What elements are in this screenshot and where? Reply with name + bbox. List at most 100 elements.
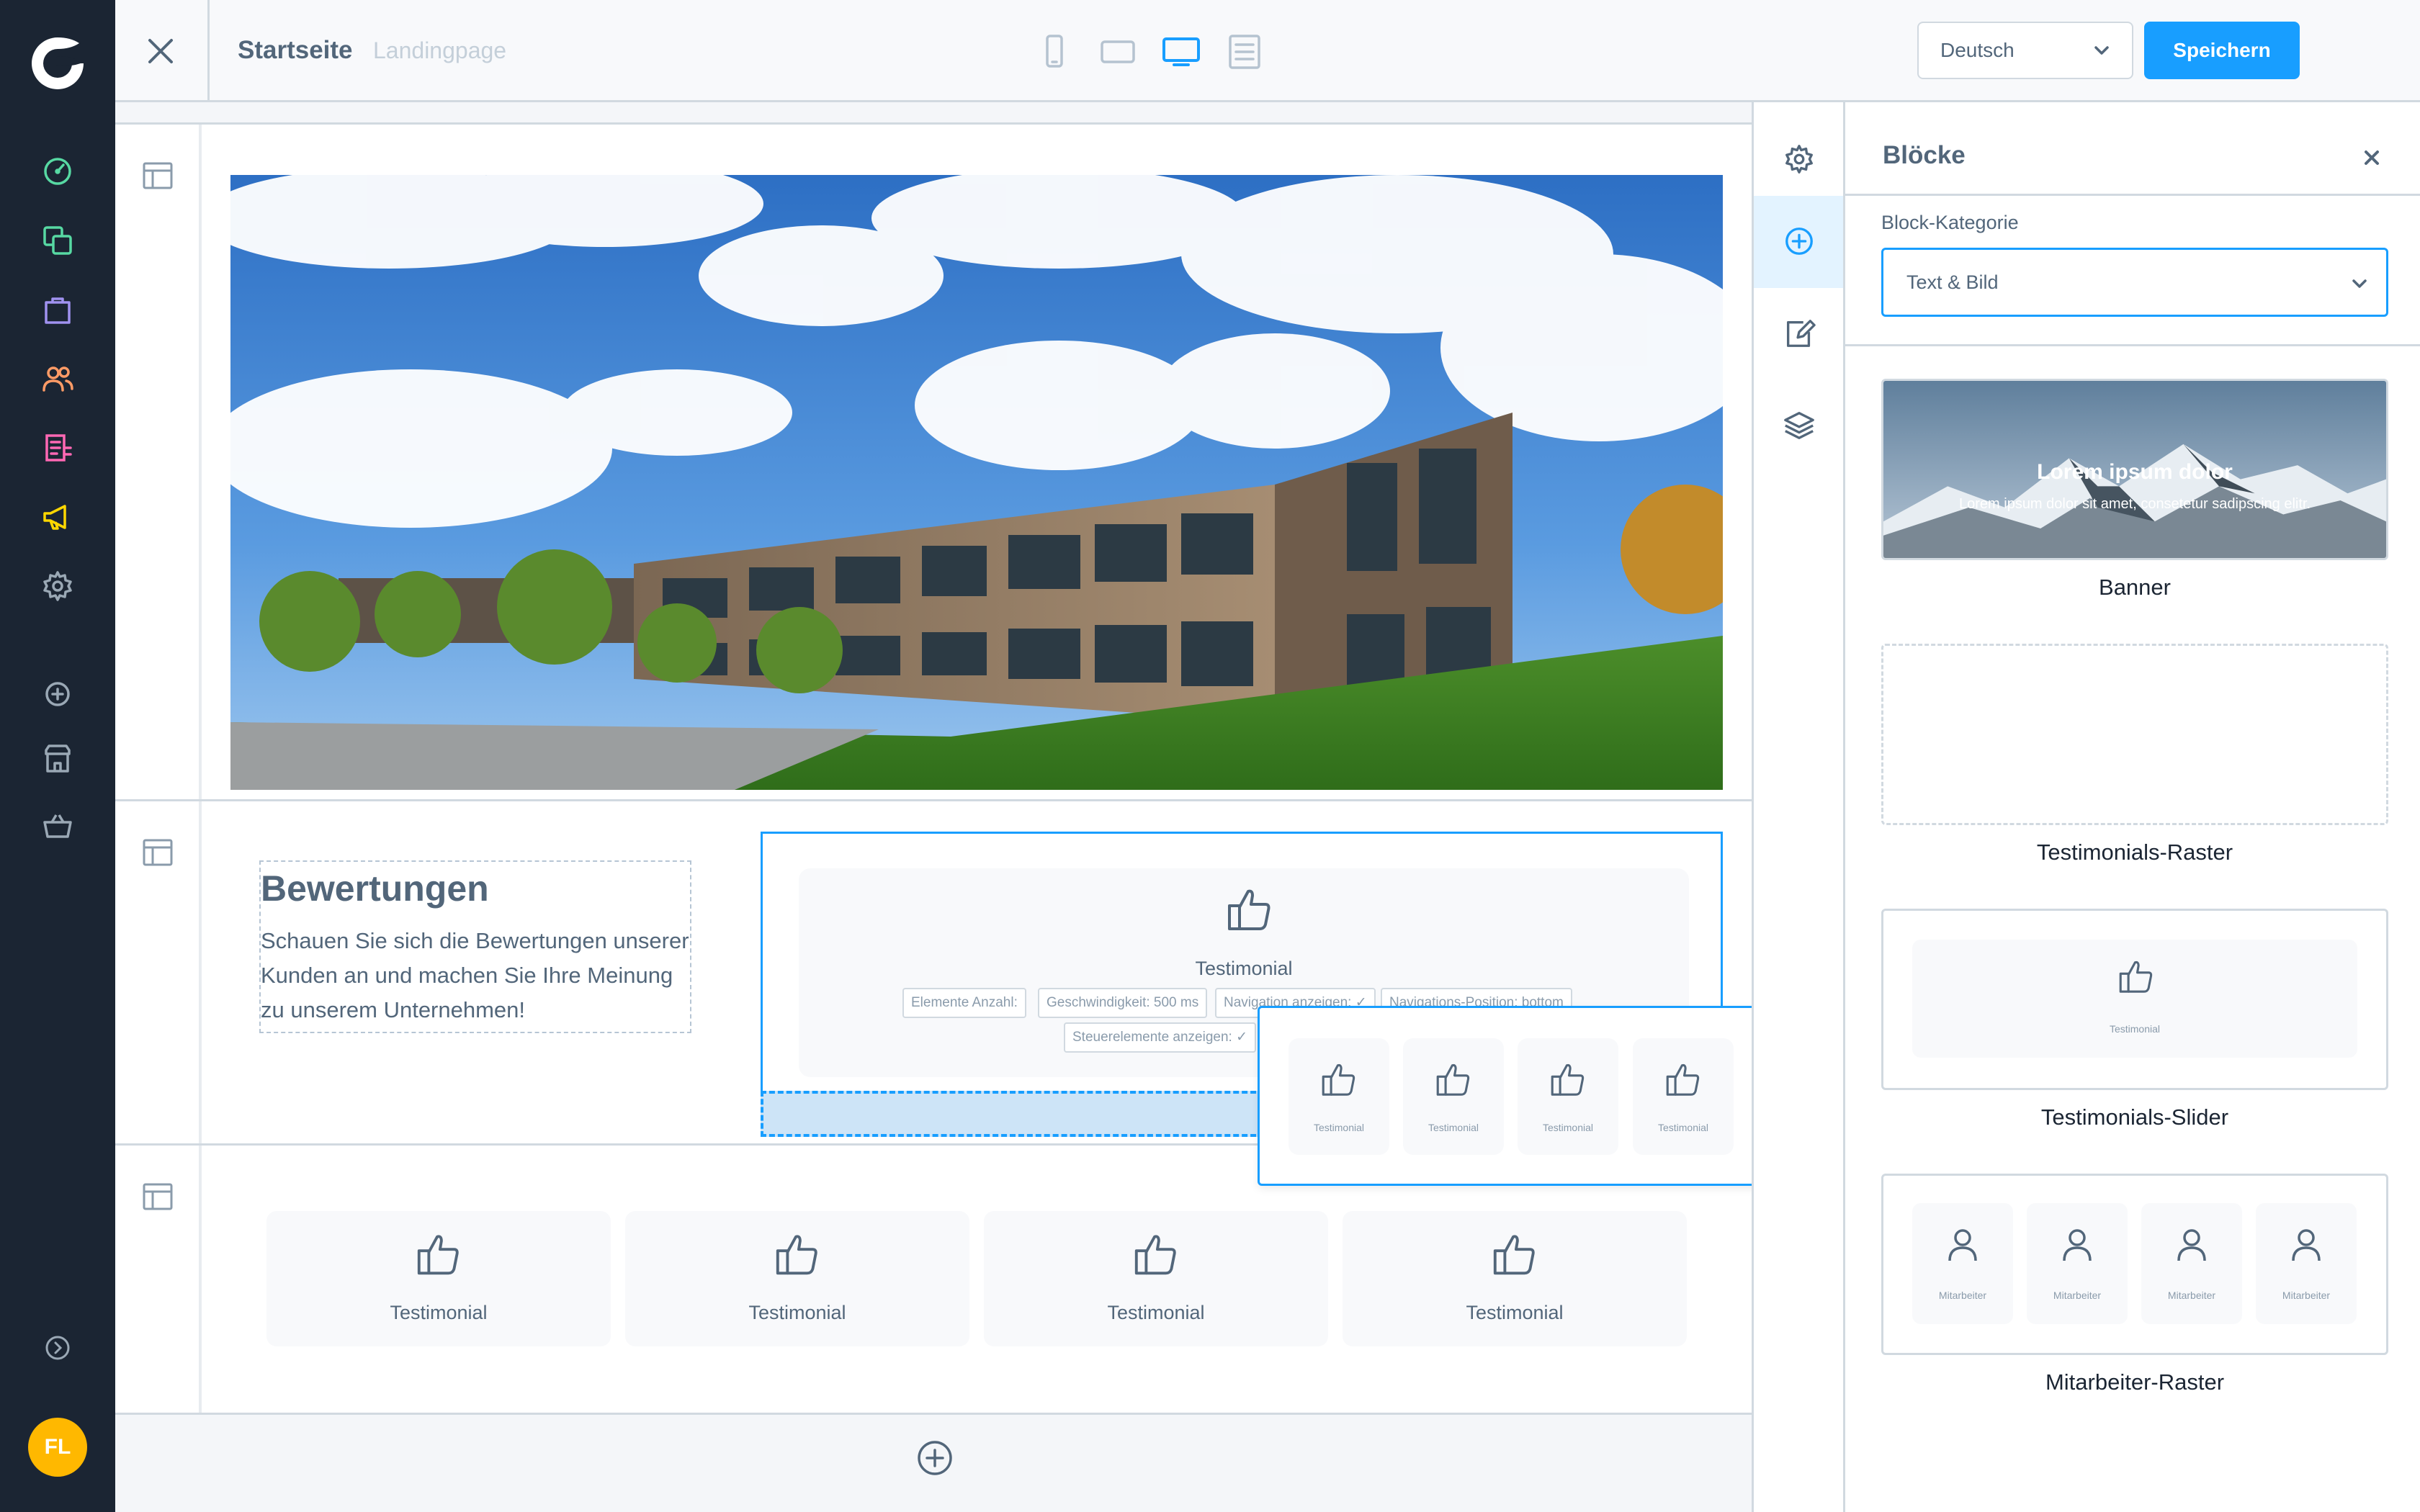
dragged-block-preview[interactable]: Testimonial Testimonial Testimonial Test… [1258, 1006, 1762, 1186]
person-icon [2286, 1225, 2326, 1265]
banner-preview-title: Lorem ipsum dolor [2037, 460, 2233, 484]
extensions-add-icon[interactable] [40, 677, 75, 711]
block-category-select[interactable]: Text & Bild [1881, 248, 2388, 317]
add-section-icon[interactable] [915, 1439, 954, 1477]
hero-image[interactable] [230, 175, 1723, 790]
shopware-logo-icon[interactable] [29, 35, 86, 92]
testimonial-label: Testimonial [390, 1302, 488, 1323]
testimonial-label: Testimonial [1107, 1302, 1205, 1323]
thumbs-up-icon [1663, 1060, 1703, 1100]
thumbs-up-icon [1548, 1060, 1588, 1100]
section-divider [115, 1413, 1752, 1415]
mini-employee-card: Mitarbeiter [2027, 1203, 2128, 1324]
section-layout-icon[interactable] [141, 1180, 174, 1213]
ghost-testimonial-card: Testimonial [1518, 1038, 1618, 1155]
block-name: Testimonials-Slider [2040, 1104, 2229, 1130]
section-sidebar [115, 125, 202, 799]
ghost-testimonial-card: Testimonial [1403, 1038, 1504, 1155]
panel-title: Blöcke [1883, 141, 1966, 169]
blocks-panel: Blöcke Block-Kategorie Text & Bild Lorem… [1845, 102, 2420, 1512]
store-icon[interactable] [40, 742, 75, 776]
expand-sidebar-icon[interactable] [40, 1331, 75, 1365]
sidebar-tool-strip [1752, 102, 1845, 1512]
admin-sidebar: FL [0, 0, 115, 1512]
block-drop-zone[interactable] [761, 1091, 1265, 1137]
reviews-description[interactable]: Schauen Sie sich die Bewertungen unserer… [261, 924, 690, 1027]
mobile-view-icon[interactable] [1034, 32, 1075, 72]
ghost-testimonial-card: Testimonial [1633, 1038, 1734, 1155]
testimonials-grid-preview[interactable] [1881, 644, 2388, 825]
person-icon [1942, 1225, 1983, 1265]
add-block-button[interactable] [1754, 196, 1843, 288]
mini-employee-card: Mitarbeiter [2256, 1203, 2357, 1324]
page-type-label: Landingpage [373, 37, 507, 63]
reviews-text-block[interactable]: Bewertungen Schauen Sie sich die Bewertu… [259, 860, 691, 1033]
orders-icon[interactable] [40, 292, 75, 327]
edit-icon [1786, 320, 1816, 347]
testimonial-card[interactable]: Testimonial [625, 1211, 969, 1346]
testimonial-card[interactable]: Testimonial [984, 1211, 1328, 1346]
thumbs-up-icon [1224, 884, 1276, 936]
mini-employee-label: Mitarbeiter [2167, 1290, 2216, 1301]
block-name: Banner [2099, 575, 2171, 600]
save-button[interactable]: Speichern [2144, 22, 2300, 79]
testimonial-label: Testimonial [748, 1302, 846, 1323]
testimonials-slider-preview[interactable]: Testimonial [1881, 909, 2388, 1090]
settings-icon[interactable] [40, 569, 75, 603]
block-name: Testimonials-Raster [2036, 840, 2233, 865]
ghost-card-label: Testimonial [1313, 1122, 1365, 1133]
thumbs-up-icon [2116, 957, 2156, 997]
close-editor-icon[interactable] [143, 33, 179, 69]
chevron-down-icon [2350, 274, 2369, 293]
employees-grid-preview[interactable]: Mitarbeiter Mitarbeiter Mitarbeiter Mita… [1881, 1174, 2388, 1355]
setting-chip: Steuerelemente anzeigen: ✓ [1064, 1022, 1257, 1053]
testimonial-card[interactable]: Testimonial [1343, 1211, 1687, 1346]
testimonial-label: Testimonial [1466, 1302, 1564, 1323]
mini-employee-label: Mitarbeiter [2053, 1290, 2102, 1301]
testimonial-label: Testimonial [1195, 958, 1293, 979]
layers-button[interactable] [1754, 380, 1843, 472]
section-layout-icon[interactable] [141, 159, 174, 192]
user-avatar[interactable]: FL [28, 1418, 87, 1477]
page-settings-button[interactable] [1754, 114, 1843, 206]
desktop-view-icon[interactable] [1161, 32, 1201, 72]
form-view-icon[interactable] [1224, 32, 1265, 72]
mini-employee-card: Mitarbeiter [2141, 1203, 2242, 1324]
person-icon [2172, 1225, 2212, 1265]
testimonial-card[interactable]: Testimonial [266, 1211, 611, 1346]
ghost-card-label: Testimonial [1428, 1122, 1479, 1133]
basket-icon[interactable] [40, 809, 75, 844]
ghost-card-label: Testimonial [1657, 1122, 1709, 1133]
setting-chip: Geschwindigkeit: 500 ms [1038, 988, 1208, 1018]
edit-content-button[interactable] [1754, 288, 1843, 380]
mini-testimonial-label: Testimonial [2109, 1023, 2161, 1035]
marketing-icon[interactable] [40, 500, 75, 534]
mini-employee-label: Mitarbeiter [1938, 1290, 1987, 1301]
close-icon[interactable] [2361, 147, 2383, 168]
section-layout-icon[interactable] [141, 836, 174, 869]
setting-chip: Elemente Anzahl: [902, 988, 1026, 1018]
reviews-title[interactable]: Bewertungen [261, 865, 690, 924]
banner-preview[interactable]: Lorem ipsum dolor Lorem ipsum dolor sit … [1881, 379, 2388, 560]
tablet-view-icon[interactable] [1098, 32, 1138, 72]
thumbs-up-icon [413, 1230, 464, 1280]
block-category-label: Block-Kategorie [1881, 212, 2019, 233]
block-name: Mitarbeiter-Raster [2045, 1369, 2225, 1395]
thumbs-up-icon [772, 1230, 823, 1280]
panel-divider [1845, 344, 2420, 346]
banner-preview-text: Lorem ipsum dolor sit amet, consetetur s… [1959, 496, 2311, 512]
thumbs-up-icon [1131, 1230, 1181, 1280]
customers-icon[interactable] [40, 361, 75, 396]
section-sidebar [115, 1146, 202, 1413]
language-select-value: Deutsch [1940, 39, 2015, 61]
content-icon[interactable] [40, 431, 75, 465]
dashboard-icon[interactable] [40, 154, 75, 189]
topbar-divider [207, 0, 210, 102]
page-title: Startseite [238, 36, 353, 64]
ghost-card-label: Testimonial [1542, 1122, 1594, 1133]
settings-icon [1785, 145, 1813, 174]
language-select[interactable]: Deutsch [1917, 22, 2133, 79]
section-hero[interactable] [115, 122, 1752, 799]
panel-header: Blöcke [1845, 102, 2420, 196]
catalogues-icon[interactable] [40, 223, 75, 258]
